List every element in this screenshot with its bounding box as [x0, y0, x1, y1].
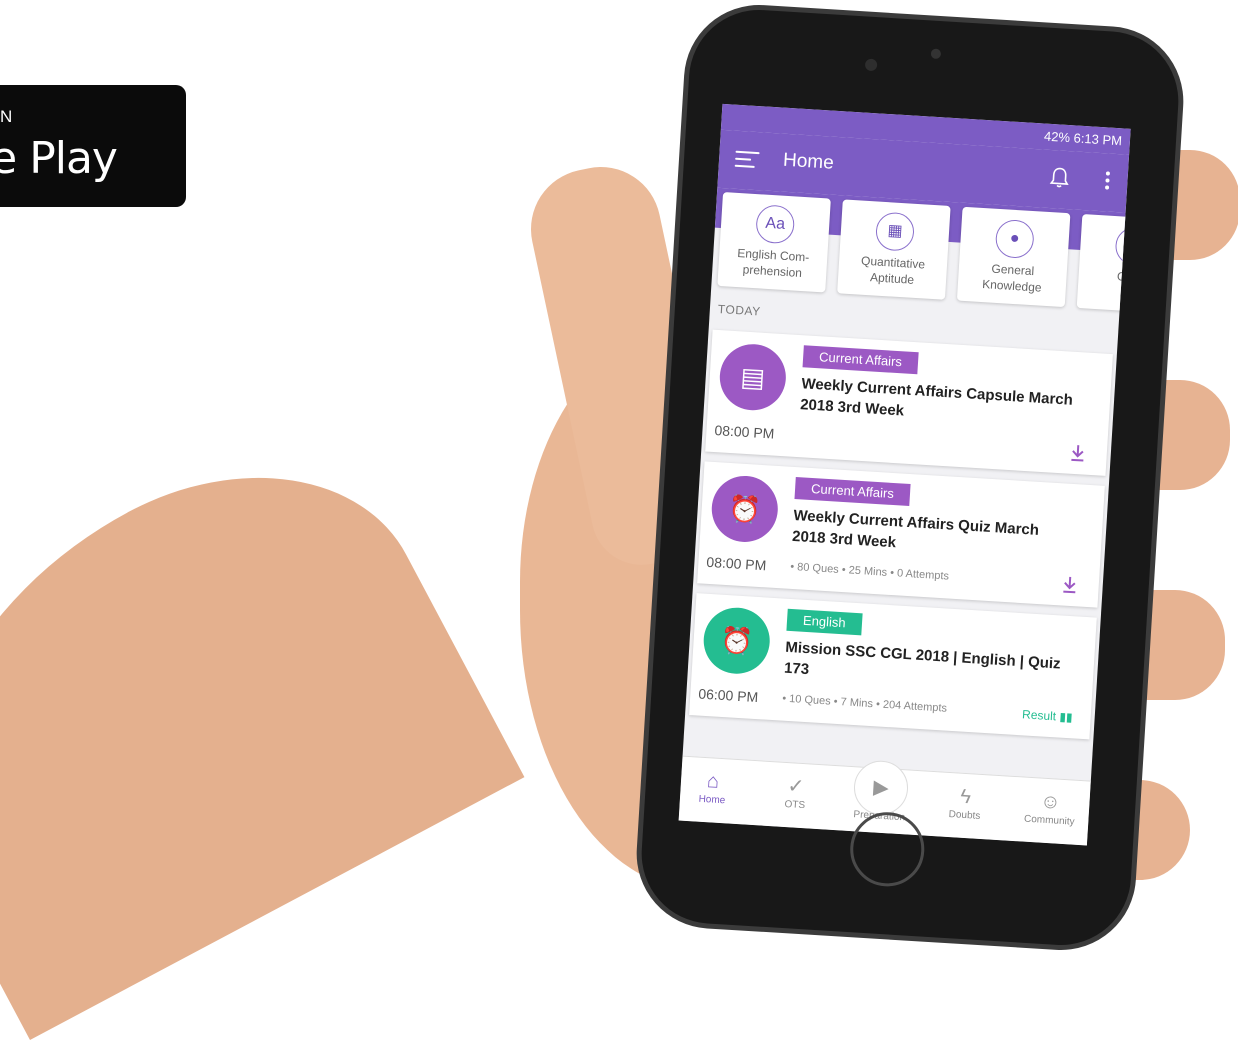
category-tag: Current Affairs: [802, 345, 919, 375]
status-text: 42% 6:13 PM: [1043, 128, 1123, 149]
card-title: Weekly Current Affairs Quiz March 2018 3…: [791, 506, 1040, 552]
calculator-icon: ▦: [874, 211, 916, 252]
card-time: 08:00 PM: [705, 553, 767, 574]
nav-home[interactable]: ⌂ Home: [679, 766, 754, 808]
phone: 42% 6:13 PM Home Aa English Com-prehensi…: [637, 5, 1183, 950]
download-icon[interactable]: [1070, 444, 1085, 463]
card-title: Weekly Current Affairs Capsule March 201…: [799, 375, 1074, 420]
category-quant[interactable]: ▦ Quantitative Aptitude: [837, 199, 951, 300]
card-title: Mission SSC CGL 2018 | English | Quiz 17…: [783, 638, 1062, 679]
phone-camera: [864, 58, 878, 72]
globe-icon: ●: [994, 218, 1035, 260]
badge-top-text: N: [0, 107, 14, 126]
nav-doubts[interactable]: ϟ Doubts: [924, 782, 1006, 824]
category-gk[interactable]: ● General Knowledge: [956, 206, 1071, 308]
category-label: Ge lig: [1116, 269, 1131, 285]
feed-card[interactable]: ⏰ English Mission SSC CGL 2018 | English…: [689, 593, 1097, 740]
aa-icon: Aa: [755, 204, 796, 245]
category-english[interactable]: Aa English Com-prehension: [717, 192, 831, 293]
category-tag: Current Affairs: [794, 477, 911, 506]
badge-store-name: gle Play: [0, 133, 118, 184]
download-icon[interactable]: [1062, 576, 1077, 595]
app-screen: 42% 6:13 PM Home Aa English Com-prehensi…: [678, 103, 1131, 846]
newspaper-icon: ▤: [717, 342, 788, 413]
alarm-clock-icon: ⏰: [701, 605, 772, 676]
category-tag: English: [786, 608, 863, 636]
card-time: 08:00 PM: [714, 421, 775, 442]
category-label: English Com-prehension: [736, 246, 810, 281]
card-time: 06:00 PM: [697, 685, 759, 706]
result-link[interactable]: Result ▮▮: [1022, 707, 1073, 724]
more-options-icon[interactable]: [1104, 171, 1112, 191]
arm: [0, 406, 525, 1040]
phone-speaker: [930, 48, 942, 60]
category-icon: [1114, 226, 1131, 267]
category-label: General Knowledge: [981, 261, 1042, 295]
bell-icon[interactable]: [1049, 166, 1070, 189]
nav-ots[interactable]: ✓ OTS: [755, 771, 837, 813]
page-title: Home: [782, 149, 835, 174]
category-partial[interactable]: Ge lig: [1076, 214, 1131, 315]
play-icon: ▶: [852, 759, 910, 817]
feed-card[interactable]: ▤ Current Affairs Weekly Current Affairs…: [705, 329, 1113, 476]
card-meta: • 10 Ques • 7 Mins • 204 Attempts: [781, 692, 948, 715]
feed-card[interactable]: ⏰ Current Affairs Weekly Current Affairs…: [697, 461, 1105, 608]
nav-community[interactable]: ☺ Community: [1009, 787, 1091, 829]
google-play-badge[interactable]: N gle Play: [0, 85, 186, 207]
bar-chart-icon: ▮▮: [1059, 709, 1074, 725]
alarm-clock-icon: ⏰: [709, 474, 780, 544]
category-label: Quantitative Aptitude: [860, 253, 926, 287]
menu-icon[interactable]: [734, 150, 760, 170]
result-label: Result: [1021, 707, 1057, 724]
card-meta: • 80 Ques • 25 Mins • 0 Attempts: [789, 560, 950, 583]
